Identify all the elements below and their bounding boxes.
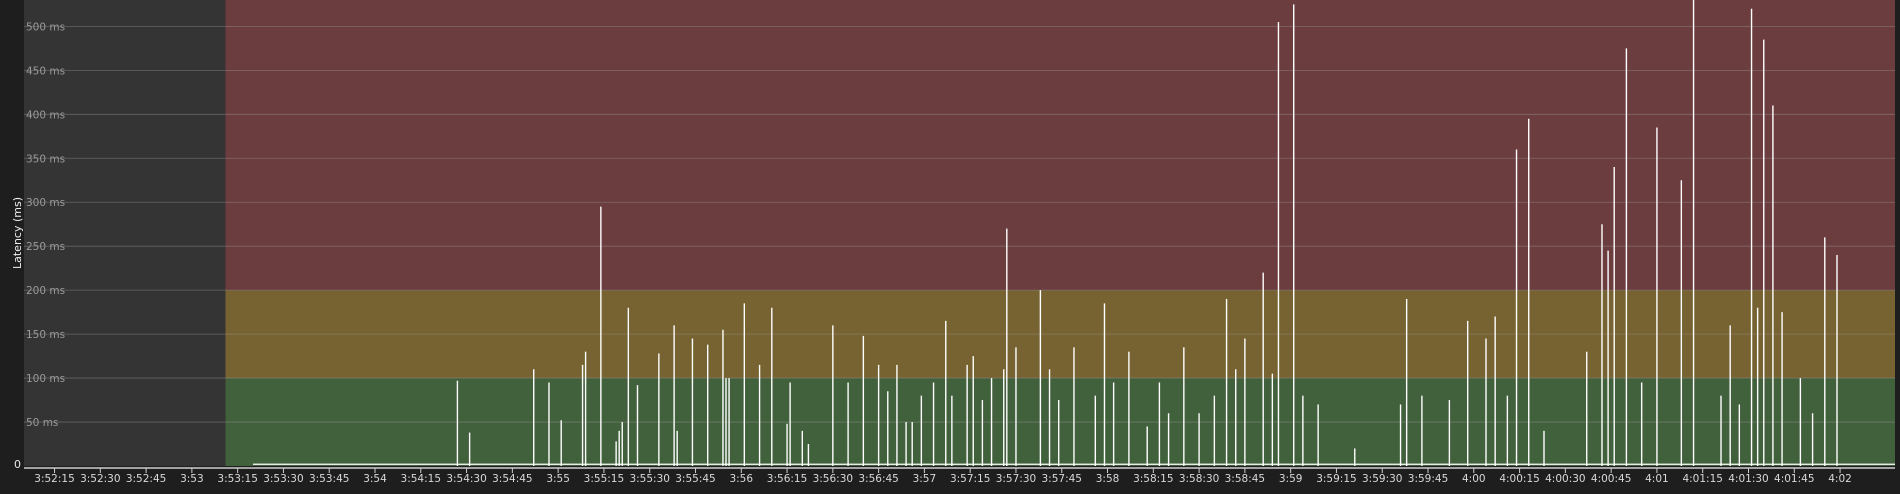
- x-tick-label: 3:56:30: [813, 473, 853, 485]
- x-tick-label: 4:00:30: [1545, 473, 1585, 485]
- x-tick-label: 3:56: [729, 473, 753, 485]
- y-tick-label: 450 ms: [26, 65, 65, 77]
- x-tick-label: 3:55:30: [629, 473, 669, 485]
- x-tick-label: 3:57:15: [950, 473, 990, 485]
- x-tick-label: 3:58:15: [1133, 473, 1173, 485]
- x-tick-label: 4:00: [1462, 473, 1486, 485]
- x-tick-label: 3:58: [1096, 473, 1120, 485]
- y-axis-label: Latency (ms): [11, 197, 24, 269]
- x-tick-label: 3:59:45: [1408, 473, 1448, 485]
- y-zero-label: 0: [14, 458, 21, 471]
- x-tick-label: 3:55: [546, 473, 570, 485]
- x-tick-label: 3:59: [1279, 473, 1303, 485]
- x-tick-label: 3:52:30: [80, 473, 120, 485]
- x-tick-label: 3:54:45: [492, 473, 532, 485]
- x-tick-label: 4:00:15: [1499, 473, 1539, 485]
- y-tick-label: 50 ms: [26, 417, 58, 429]
- x-tick-label: 3:53: [180, 473, 204, 485]
- x-tick-label: 4:00:45: [1591, 473, 1631, 485]
- latency-chart-panel: 50 ms 100 ms 150 ms 200 ms 250 ms 300 ms 350 m…: [0, 0, 1900, 494]
- x-tick-label: 3:58:45: [1225, 473, 1265, 485]
- x-tick-label: 3:53:30: [263, 473, 303, 485]
- band-bad: [225, 0, 1896, 291]
- x-tick-label: 3:54:15: [401, 473, 441, 485]
- y-tick-label: 350 ms: [26, 153, 65, 165]
- x-tick-label: 3:54: [363, 473, 387, 485]
- x-tick-label: 3:53:15: [217, 473, 257, 485]
- y-tick-label: 100 ms: [26, 373, 65, 385]
- y-tick-label: 150 ms: [26, 329, 65, 341]
- x-tick-label: 3:53:45: [309, 473, 349, 485]
- x-tick-label: 4:01:15: [1682, 473, 1722, 485]
- x-tick-label: 3:52:45: [126, 473, 166, 485]
- x-tick-label: 3:55:45: [675, 473, 715, 485]
- x-tick-label: 3:55:15: [584, 473, 624, 485]
- x-tick-label: 4:02: [1828, 473, 1852, 485]
- latency-chart: 50 ms 100 ms 150 ms 200 ms 250 ms 300 ms 350 m…: [11, 0, 1896, 485]
- y-tick-label: 200 ms: [26, 285, 65, 297]
- x-tick-label: 4:01: [1645, 473, 1669, 485]
- x-tick-label: 4:01:45: [1774, 473, 1814, 485]
- y-tick-label: 400 ms: [26, 109, 65, 121]
- x-tick-label: 4:01:30: [1728, 473, 1768, 485]
- y-tick-label: 300 ms: [26, 197, 65, 209]
- x-tick-label: 3:57: [913, 473, 937, 485]
- x-tick-label: 3:58:30: [1179, 473, 1219, 485]
- x-tick-label: 3:57:30: [996, 473, 1036, 485]
- y-tick-label: 250 ms: [26, 241, 65, 253]
- x-tick-label: 3:57:45: [1042, 473, 1082, 485]
- x-tick-label: 3:59:30: [1362, 473, 1402, 485]
- y-tick-label: 500 ms: [26, 21, 65, 33]
- x-tick-label: 3:56:15: [767, 473, 807, 485]
- x-tick-label: 3:59:15: [1316, 473, 1356, 485]
- x-tick-label: 3:52:15: [34, 473, 74, 485]
- x-tick-label: 3:56:45: [858, 473, 898, 485]
- x-tick-label: 3:54:30: [446, 473, 486, 485]
